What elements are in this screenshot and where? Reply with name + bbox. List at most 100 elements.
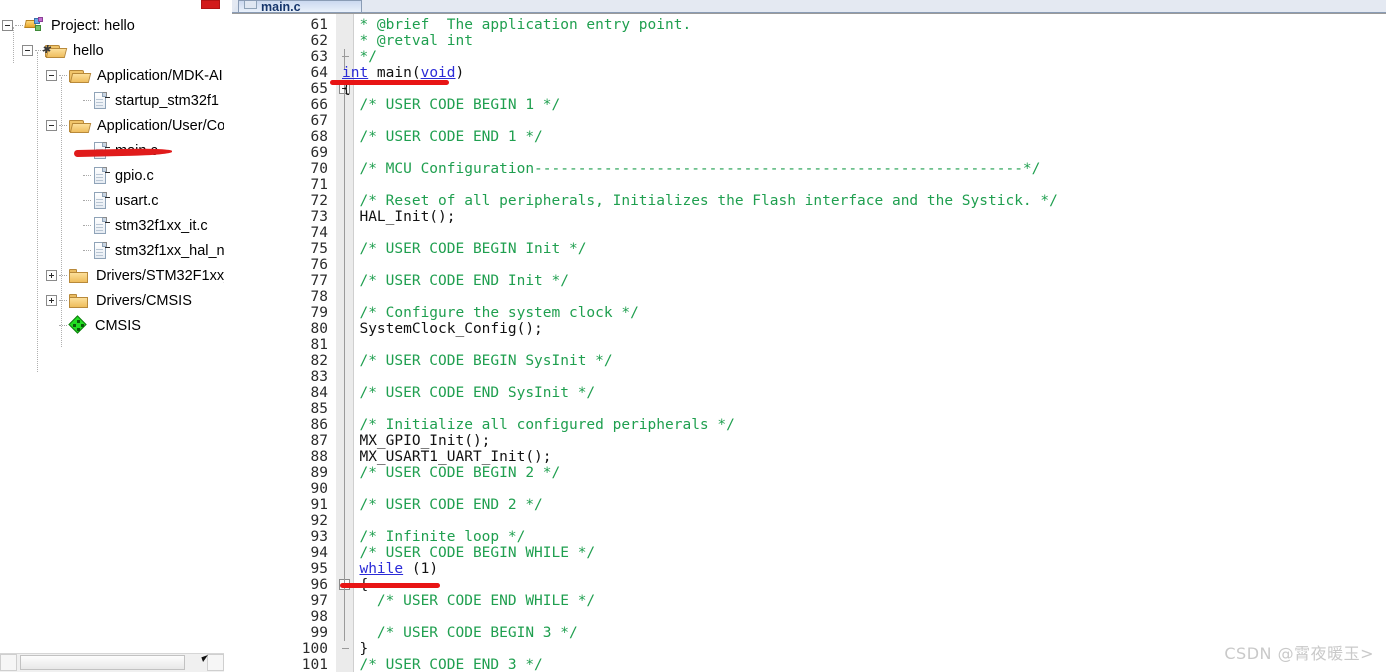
code-line[interactable]: /* Configure the system clock */ [342, 305, 638, 321]
code-line[interactable]: */ [342, 49, 376, 65]
code-line[interactable]: /* Reset of all peripherals, Initializes… [342, 193, 1057, 209]
scroll-left-arrow-icon[interactable] [0, 654, 17, 671]
collapse-icon[interactable] [22, 45, 33, 56]
line-number: 76 [310, 257, 328, 273]
code-line[interactable]: MX_GPIO_Init(); [342, 433, 490, 449]
line-number: 79 [310, 305, 328, 321]
tree-item-stm32f1xx-hal-n[interactable]: stm32f1xx_hal_n [0, 238, 224, 263]
code-line[interactable]: while (1) [342, 561, 438, 577]
scroll-right-arrow-icon[interactable] [207, 654, 224, 671]
tree-horizontal-scrollbar[interactable] [0, 653, 224, 672]
code-line[interactable]: /* Initialize all configured peripherals… [342, 417, 734, 433]
code-line[interactable]: /* USER CODE BEGIN 3 */ [342, 625, 578, 641]
scrollbar-thumb[interactable] [20, 655, 185, 670]
line-number: 98 [310, 609, 328, 625]
line-number: 81 [310, 337, 328, 353]
expand-icon[interactable] [46, 270, 57, 281]
code-line[interactable]: /* USER CODE END Init */ [342, 273, 569, 289]
tree-item-gpio-c[interactable]: gpio.c [0, 163, 224, 188]
tree-item-project-hello[interactable]: Project: hello [0, 13, 224, 38]
code-line[interactable]: /* MCU Configuration--------------------… [342, 161, 1040, 177]
line-number: 92 [310, 513, 328, 529]
project-tree[interactable]: Project: hello ✱ hello Application/MDK-AI st… [0, 9, 224, 654]
code-token: * @retval int [342, 33, 473, 49]
code-token: /* USER CODE BEGIN 3 */ [342, 625, 578, 641]
folder-icon [69, 293, 89, 309]
line-number: 73 [310, 209, 328, 225]
line-number: 67 [310, 113, 328, 129]
tree-item-hello[interactable]: ✱ hello [0, 38, 224, 63]
code-line[interactable]: /* USER CODE END 3 */ [342, 657, 542, 672]
code-line[interactable]: /* USER CODE BEGIN 1 */ [342, 97, 560, 113]
line-number: 83 [310, 369, 328, 385]
tab-main-c[interactable]: main.c [238, 0, 362, 12]
code-line[interactable]: /* USER CODE END WHILE */ [342, 593, 595, 609]
line-number: 61 [310, 17, 328, 33]
folder-open-icon [69, 68, 92, 84]
code-line[interactable]: /* USER CODE END SysInit */ [342, 385, 595, 401]
collapse-icon[interactable] [46, 120, 57, 131]
code-line[interactable]: /* USER CODE BEGIN Init */ [342, 241, 586, 257]
underline-main-signature [330, 80, 449, 85]
line-number: 80 [310, 321, 328, 337]
tree-item-application-user-co[interactable]: Application/User/Co [0, 113, 224, 138]
code-line[interactable]: /* USER CODE BEGIN 2 */ [342, 465, 560, 481]
code-line[interactable]: HAL_Init(); [342, 209, 455, 225]
code-line[interactable]: } [342, 641, 368, 657]
expand-icon[interactable] [46, 295, 57, 306]
tree-guide-line [83, 249, 91, 252]
line-number: 84 [310, 385, 328, 401]
tree-item-drivers-stm32f1xx[interactable]: Drivers/STM32F1xx_ [0, 263, 224, 288]
tree-item-application-mdk-ai[interactable]: Application/MDK-AI [0, 63, 224, 88]
code-line[interactable]: /* USER CODE END 1 */ [342, 129, 543, 145]
line-number: 100 [301, 641, 328, 657]
code-token: (1) [403, 561, 439, 577]
code-token: MX_GPIO_Init(); [342, 433, 491, 449]
tree-item-startup-stm32f1[interactable]: startup_stm32f1 [0, 88, 224, 113]
code-line[interactable]: MX_USART1_UART_Init(); [342, 449, 552, 465]
line-number: 93 [310, 529, 328, 545]
close-icon[interactable] [201, 0, 220, 9]
code-line[interactable]: SystemClock_Config(); [342, 321, 542, 337]
code-line[interactable]: /* USER CODE BEGIN WHILE */ [342, 545, 595, 561]
line-number: 75 [310, 241, 328, 257]
code-line[interactable]: /* USER CODE BEGIN SysInit */ [342, 353, 612, 369]
code-text[interactable]: * @brief The application entry point. * … [342, 14, 1386, 672]
code-token: /* USER CODE BEGIN Init */ [342, 241, 587, 257]
line-number: 66 [310, 97, 328, 113]
code-token: /* USER CODE END 1 */ [342, 129, 543, 145]
editor-tabstrip: main.c [232, 0, 1386, 13]
tree-guide-line [13, 27, 14, 63]
code-token: main( [368, 65, 421, 81]
tree-item-drivers-cmsis[interactable]: Drivers/CMSIS [0, 288, 224, 313]
code-token: /* Infinite loop */ [342, 529, 526, 545]
code-token: /* USER CODE END WHILE */ [342, 593, 596, 609]
line-number: 101 [301, 657, 328, 672]
code-token: /* USER CODE END 2 */ [342, 497, 543, 513]
tree-item-stm32f1xx-it-c[interactable]: stm32f1xx_it.c [0, 213, 224, 238]
collapse-icon[interactable] [46, 70, 57, 81]
code-line[interactable]: /* Infinite loop */ [342, 529, 525, 545]
project-explorer-panel: Project: hello ✱ hello Application/MDK-AI st… [0, 0, 225, 672]
collapse-icon[interactable] [2, 20, 13, 31]
tree-item-cmsis[interactable]: CMSIS [0, 313, 224, 338]
tree-item-label: startup_stm32f1 [115, 92, 219, 109]
line-number: 72 [310, 193, 328, 209]
file-icon [93, 241, 110, 260]
code-token: MX_USART1_UART_Init(); [342, 449, 552, 465]
code-line[interactable]: * @brief The application entry point. [342, 17, 691, 33]
tree-item-usart-c[interactable]: usart.c [0, 188, 224, 213]
file-icon [244, 1, 257, 9]
line-number: 74 [310, 225, 328, 241]
code-line[interactable]: * @retval int [342, 33, 473, 49]
code-line[interactable]: /* USER CODE END 2 */ [342, 497, 543, 513]
code-line[interactable]: int main(void) [342, 65, 464, 81]
panel-splitter[interactable] [224, 0, 232, 672]
line-number: 68 [310, 129, 328, 145]
code-token: } [342, 641, 369, 657]
tree-item-label: Application/MDK-AI [97, 67, 223, 84]
file-icon [93, 216, 110, 235]
line-number: 94 [310, 545, 328, 561]
line-number: 86 [310, 417, 328, 433]
